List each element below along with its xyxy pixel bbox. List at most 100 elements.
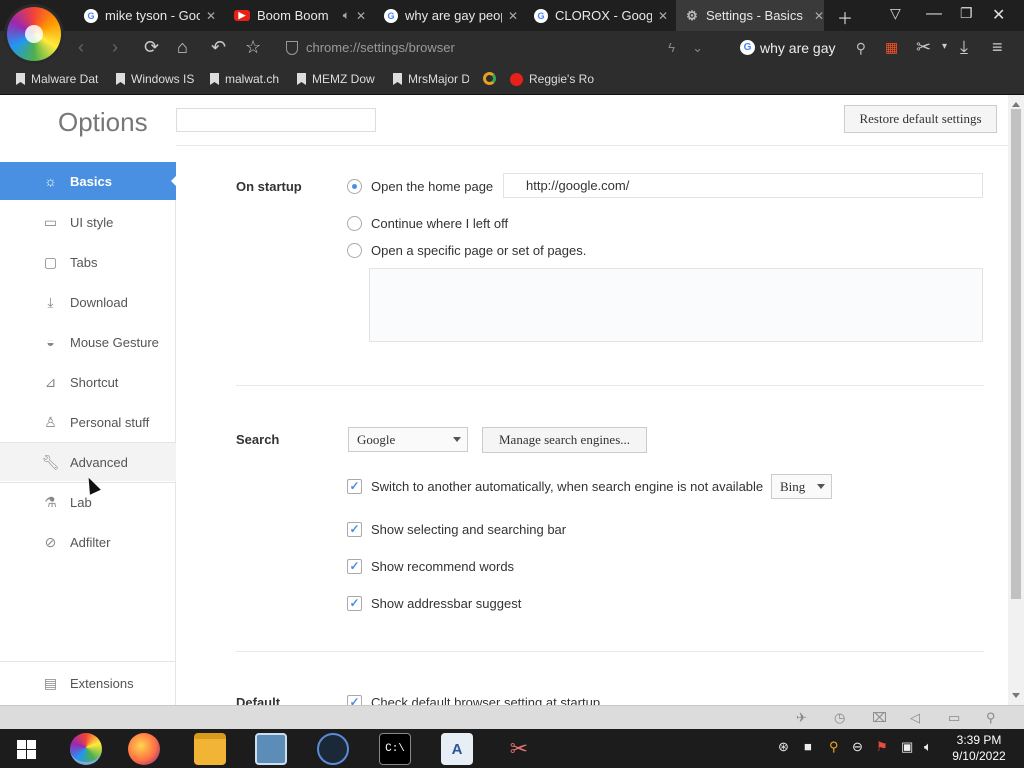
close-window-icon[interactable]: ✕	[992, 5, 1005, 25]
checkbox-addressbar-suggest[interactable]: ✓	[347, 596, 362, 611]
network-icon[interactable]: ▣	[901, 739, 913, 755]
browser-taskbar-icon[interactable]	[70, 733, 102, 765]
sidebar-item-shortcut[interactable]: ⊿ Shortcut	[0, 363, 176, 401]
close-tab-icon[interactable]: ✕	[508, 9, 518, 23]
sidebar-item-ui-style[interactable]: ▭ UI style	[0, 203, 176, 241]
close-tab-icon[interactable]: ✕	[658, 9, 668, 23]
audio-icon[interactable]: 🔈︎	[343, 8, 350, 23]
chevron-down-icon[interactable]: ⌄	[692, 35, 703, 61]
checkbox-default-browser[interactable]: ✓	[347, 695, 362, 705]
monitor-icon[interactable]	[255, 733, 287, 765]
bookmark-icon	[116, 73, 125, 85]
reload-icon[interactable]: ⟳	[144, 37, 159, 57]
manage-search-engines-button[interactable]: Manage search engines...	[482, 427, 647, 453]
document-icon[interactable]: A	[441, 733, 473, 765]
close-tab-icon[interactable]: ✕	[814, 9, 824, 23]
lightning-icon[interactable]: ϟ	[668, 35, 675, 61]
home-page-url-input[interactable]: http://google.com/	[503, 173, 983, 198]
windows-start-icon[interactable]	[17, 740, 36, 759]
settings-sidebar: ☼ Basics ▭ UI style ▢ Tabs ⤓ Download ◒ Mouse…	[0, 162, 177, 705]
zoom-icon[interactable]: ⚲	[986, 710, 996, 726]
pages-list[interactable]	[369, 268, 983, 342]
minus-circle-icon[interactable]: ⊖	[852, 739, 863, 755]
steam-icon[interactable]	[317, 733, 349, 765]
chevron-down-icon[interactable]: ▾	[942, 37, 947, 57]
firefox-icon[interactable]	[128, 733, 160, 765]
sidebar-item-download[interactable]: ⤓ Download	[0, 283, 176, 321]
checkbox-search-bar[interactable]: ✓	[347, 522, 362, 537]
header-divider	[176, 145, 1008, 146]
sidebar-item-mouse-gesture[interactable]: ◒ Mouse Gesture	[0, 323, 176, 361]
radio-open-home-page[interactable]	[347, 179, 362, 194]
fallback-engine-select[interactable]: Bing	[771, 474, 832, 499]
checkbox-recommend-words[interactable]: ✓	[347, 559, 362, 574]
bookmark-item[interactable]: Malware Dat	[16, 72, 100, 86]
bookmark-item[interactable]: MEMZ Dow	[297, 72, 377, 86]
history-icon[interactable]: ◷	[834, 710, 845, 726]
star-icon[interactable]: ☆	[245, 37, 261, 57]
scrollbar[interactable]	[1008, 95, 1024, 705]
tab-1[interactable]: G mike tyson - Goo ✕	[76, 0, 216, 31]
option-label: Show addressbar suggest	[371, 596, 522, 611]
bookmark-item[interactable]: Reggie's Ro	[510, 72, 594, 86]
snipping-tool-icon[interactable]: ✂	[503, 733, 535, 765]
scroll-up-icon[interactable]	[1012, 98, 1020, 107]
tab-5-active[interactable]: ⚙ Settings - Basics ✕	[676, 0, 824, 31]
shirt-icon[interactable]: ▽	[890, 5, 901, 22]
system-clock[interactable]: 3:39 PM 9/10/2022	[946, 732, 1012, 764]
terminal-icon[interactable]: C:\	[379, 733, 411, 765]
forward-icon[interactable]: ›	[112, 37, 118, 57]
home-icon[interactable]: ⌂	[177, 37, 188, 57]
back-icon[interactable]: ‹	[78, 37, 84, 57]
menu-icon[interactable]: ≡	[992, 37, 1003, 57]
bookmark-item[interactable]: MrsMajor D	[393, 72, 469, 86]
address-bar[interactable]: chrome://settings/browser ϟ ⌄	[278, 35, 717, 61]
sidebar-item-tabs[interactable]: ▢ Tabs	[0, 243, 176, 281]
settings-search-input[interactable]	[176, 108, 376, 132]
scroll-down-icon[interactable]	[1012, 693, 1020, 702]
bookmark-item[interactable]: malwat.ch	[210, 72, 288, 86]
window-tray-icon[interactable]: ■	[804, 739, 812, 754]
bookmark-label: malwat.ch	[225, 72, 280, 86]
sidebar-item-label: Mouse Gesture	[70, 334, 159, 350]
undo-icon[interactable]: ↶	[211, 37, 226, 57]
tab-4[interactable]: G CLOROX - Googl ✕	[526, 0, 668, 31]
scissors-icon[interactable]: ✂	[916, 37, 931, 57]
sidebar-item-extensions[interactable]: ▤ Extensions	[0, 664, 176, 702]
sidebar-item-personal-stuff[interactable]: ♙ Personal stuff	[0, 403, 176, 441]
checkbox-switch-engine[interactable]: ✓	[347, 479, 362, 494]
new-tab-icon[interactable]: ＋	[837, 5, 853, 29]
sidebar-item-basics[interactable]: ☼ Basics	[0, 162, 177, 200]
rocket-icon[interactable]: ✈	[796, 710, 807, 726]
browser-logo[interactable]	[7, 7, 61, 61]
steam-tray-icon[interactable]: ⊛	[778, 739, 789, 755]
sidebar-item-adfilter[interactable]: ⊘ Adfilter	[0, 523, 176, 561]
sidebar-item-advanced[interactable]: 🔧︎ Advanced	[0, 443, 176, 481]
bookmark-item[interactable]	[483, 72, 499, 85]
tab-3[interactable]: G why are gay peop ✕	[376, 0, 518, 31]
search-engine-select[interactable]: Google	[348, 427, 468, 452]
radio-continue-where-left[interactable]	[347, 216, 362, 231]
window-icon[interactable]: ▭	[948, 710, 960, 726]
volume-icon[interactable]: ◁	[910, 710, 920, 726]
tab-title: mike tyson - Goo	[105, 8, 200, 23]
bookmarks-bar: Malware Dat Windows IS malwat.ch MEMZ Do…	[0, 65, 1024, 95]
radio-open-specific-pages[interactable]	[347, 243, 362, 258]
volume-icon[interactable]: 🔈︎	[924, 739, 932, 755]
search-box[interactable]: G why are gay ⚲	[732, 35, 872, 61]
flag-icon[interactable]: ⚑	[876, 739, 888, 755]
trash-icon[interactable]: ⌧	[872, 710, 887, 726]
search-tray-icon[interactable]: ⚲	[829, 739, 839, 755]
restore-defaults-button[interactable]: Restore default settings	[844, 105, 997, 133]
scrollbar-thumb[interactable]	[1011, 109, 1021, 599]
bookmark-item[interactable]: Windows IS	[116, 72, 194, 86]
folder-icon[interactable]	[194, 733, 226, 765]
restore-window-icon[interactable]: ❐	[960, 5, 973, 22]
search-icon[interactable]: ⚲	[856, 35, 866, 61]
apps-grid-icon[interactable]: ▦	[885, 37, 898, 57]
tab-2[interactable]: ▶ Boom Boom 🔈︎ ✕	[226, 0, 366, 31]
minimize-icon[interactable]: —	[926, 5, 942, 23]
close-tab-icon[interactable]: ✕	[356, 9, 366, 23]
close-tab-icon[interactable]: ✕	[206, 9, 216, 23]
download-icon[interactable]: ⤓	[960, 37, 968, 57]
